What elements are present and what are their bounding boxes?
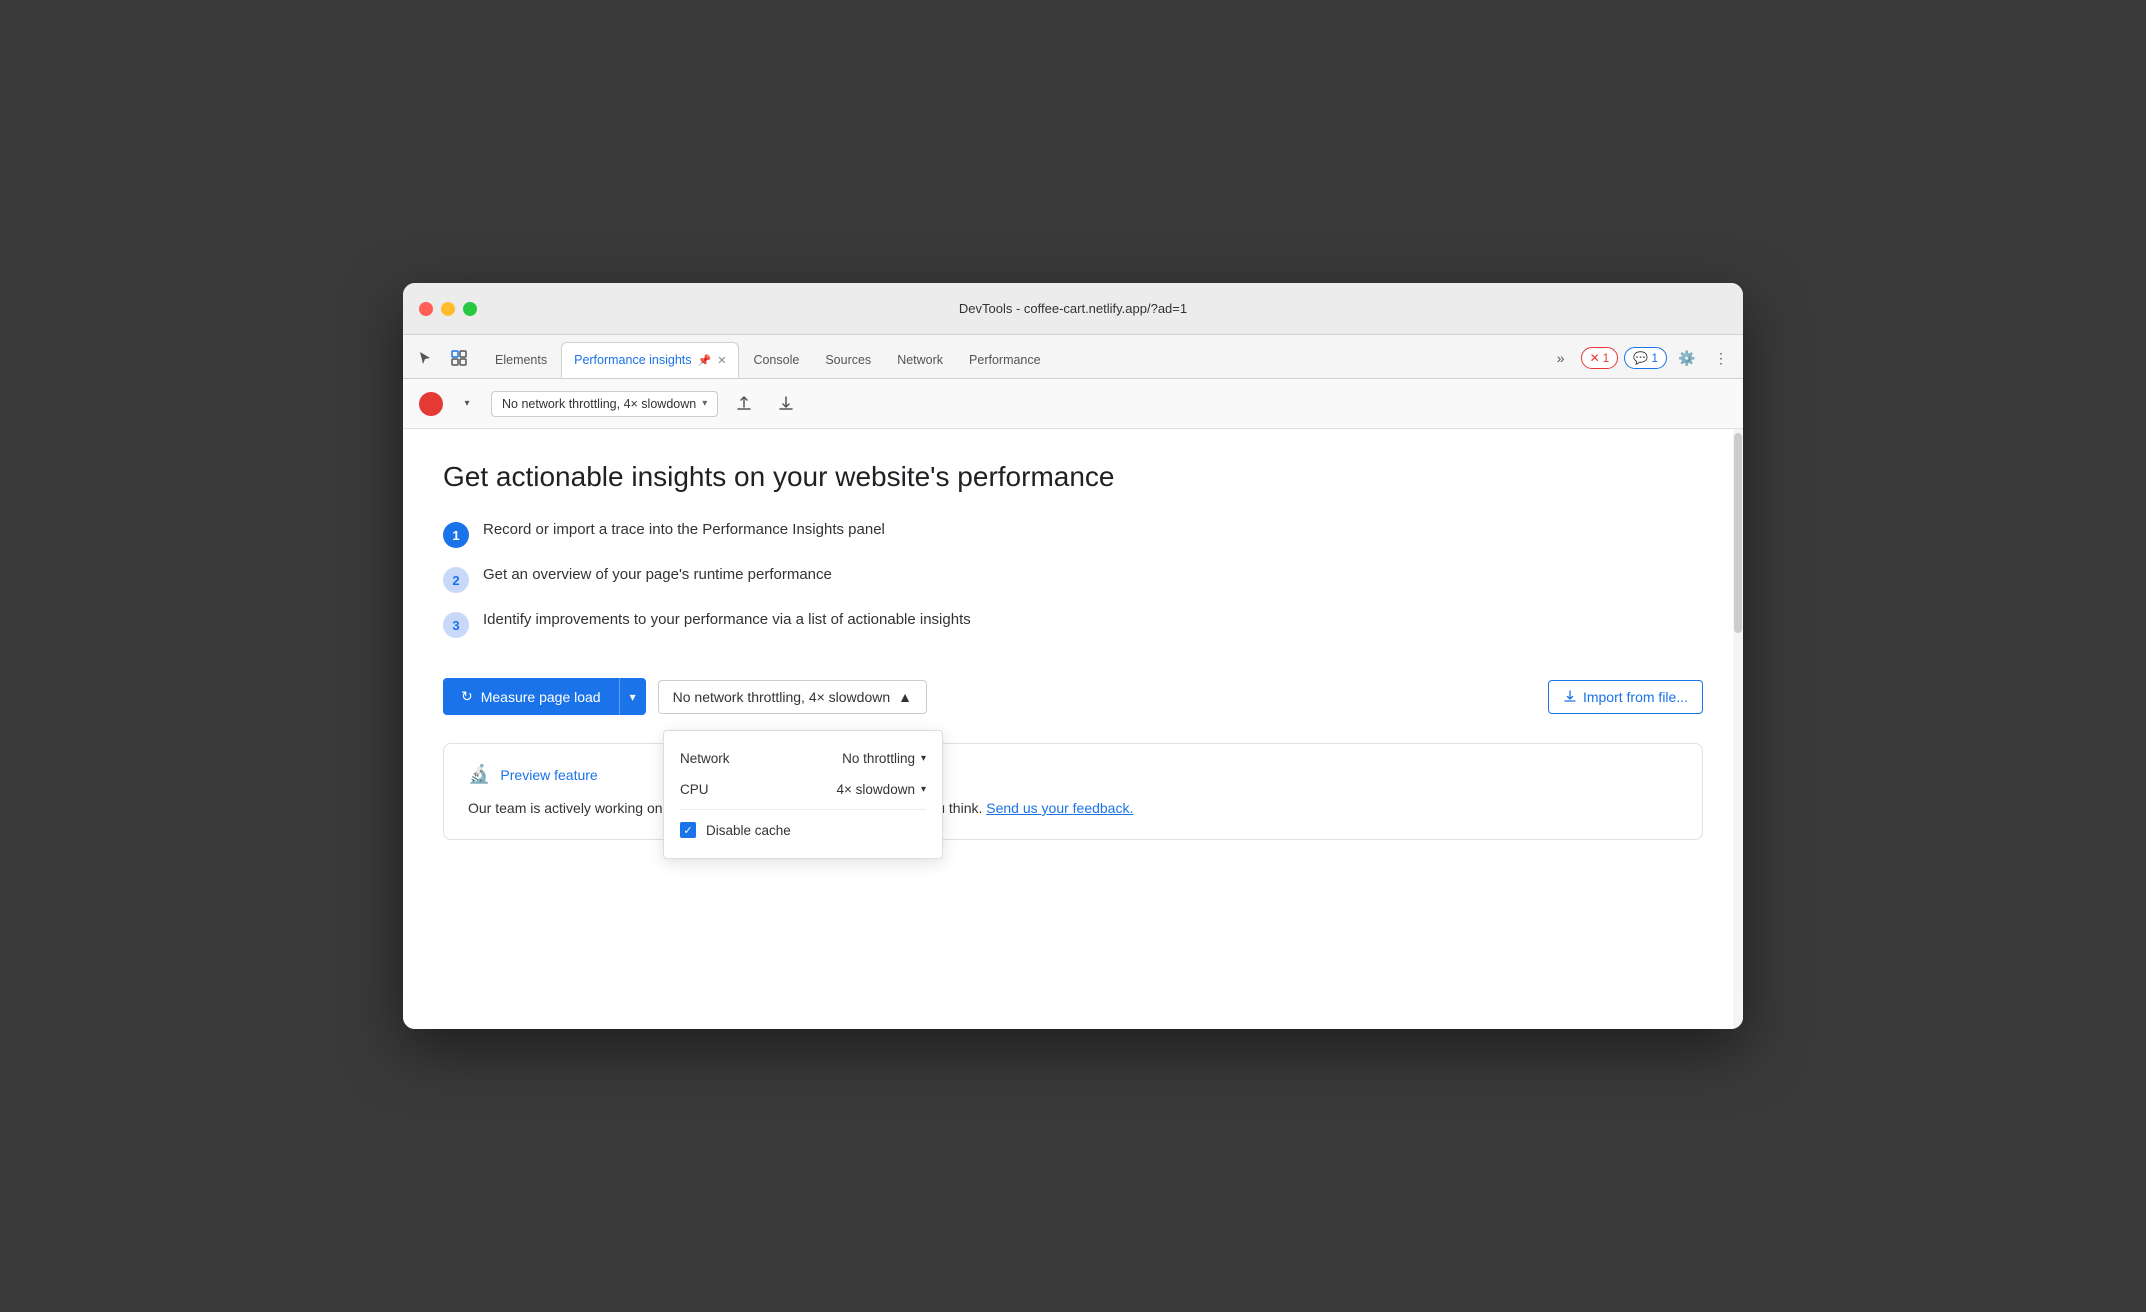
preview-feature-text: Our team is actively working on this fea… [468, 797, 1678, 819]
divider [680, 809, 926, 810]
feedback-link[interactable]: Send us your feedback. [986, 800, 1133, 816]
message-badge[interactable]: 💬 1 [1624, 347, 1667, 369]
throttle-dropdown-button[interactable]: No network throttling, 4× slowdown ▲ [658, 680, 927, 714]
network-label: Network [680, 751, 730, 766]
tab-network[interactable]: Network [885, 342, 955, 378]
close-button[interactable] [419, 302, 433, 316]
tab-bar-right: » ✕ 1 💬 1 ⚙️ ⋮ [1547, 344, 1735, 378]
pin-icon: 📌 [698, 354, 712, 367]
step-number-1: 1 [443, 522, 469, 548]
more-tabs-button[interactable]: » [1547, 344, 1575, 372]
tab-performance[interactable]: Performance [957, 342, 1053, 378]
cpu-dropdown-arrow-icon: ▾ [921, 784, 926, 795]
settings-icon[interactable]: ⚙️ [1673, 344, 1701, 372]
disable-cache-label: Disable cache [706, 823, 791, 838]
cpu-row: CPU 4× slowdown ▾ [680, 774, 926, 805]
main-content: Get actionable insights on your website'… [403, 429, 1743, 1029]
record-dropdown-icon[interactable]: ▾ [453, 390, 481, 418]
network-dropdown-arrow-icon: ▾ [921, 753, 926, 764]
throttle-selector[interactable]: No network throttling, 4× slowdown ▾ [491, 391, 718, 417]
step-item: 3 Identify improvements to your performa… [443, 611, 1703, 638]
tab-elements[interactable]: Elements [483, 342, 559, 378]
tab-performance-insights-label: Performance insights [574, 353, 691, 367]
window-title: DevTools - coffee-cart.netlify.app/?ad=1 [959, 301, 1187, 316]
measure-page-load-button[interactable]: ↻ Measure page load [443, 678, 619, 715]
scrollbar[interactable] [1733, 429, 1743, 1029]
tab-network-label: Network [897, 353, 943, 367]
minimize-button[interactable] [441, 302, 455, 316]
error-badge[interactable]: ✕ 1 [1581, 347, 1619, 369]
title-bar: DevTools - coffee-cart.netlify.app/?ad=1 [403, 283, 1743, 335]
tab-console[interactable]: Console [741, 342, 811, 378]
step-item: 1 Record or import a trace into the Perf… [443, 521, 1703, 548]
tab-console-label: Console [753, 353, 799, 367]
action-row: ↻ Measure page load ▾ No network throttl… [443, 678, 1703, 715]
step-text-1: Record or import a trace into the Perfor… [483, 521, 885, 538]
scrollbar-thumb[interactable] [1734, 433, 1742, 633]
tab-bar: Elements Performance insights 📌 ✕ Consol… [403, 335, 1743, 379]
step-number-3: 3 [443, 612, 469, 638]
measure-btn-group: ↻ Measure page load ▾ [443, 678, 646, 715]
tab-sources[interactable]: Sources [813, 342, 883, 378]
tab-sources-label: Sources [825, 353, 871, 367]
steps-list: 1 Record or import a trace into the Perf… [443, 521, 1703, 638]
cpu-label: CPU [680, 782, 709, 797]
step-text-3: Identify improvements to your performanc… [483, 611, 971, 628]
more-options-icon[interactable]: ⋮ [1707, 344, 1735, 372]
measure-dropdown-arrow-icon: ▾ [630, 690, 636, 704]
step-text-2: Get an overview of your page's runtime p… [483, 566, 832, 583]
cursor-icon[interactable] [411, 344, 439, 372]
tab-performance-insights[interactable]: Performance insights 📌 ✕ [561, 342, 739, 378]
traffic-lights [419, 302, 477, 316]
hero-title: Get actionable insights on your website'… [443, 461, 1703, 493]
step-item: 2 Get an overview of your page's runtime… [443, 566, 1703, 593]
flask-icon: 🔬 [468, 764, 490, 785]
throttle-popup: Network No throttling ▾ CPU 4× slowdown … [663, 730, 943, 859]
disable-cache-checkbox[interactable]: ✓ [680, 822, 696, 838]
inspect-icon[interactable] [445, 344, 473, 372]
tab-close-icon[interactable]: ✕ [717, 354, 726, 367]
network-row: Network No throttling ▾ [680, 743, 926, 774]
download-button[interactable] [770, 388, 802, 420]
upload-button[interactable] [728, 388, 760, 420]
step-number-2: 2 [443, 567, 469, 593]
tab-elements-label: Elements [495, 353, 547, 367]
import-from-file-button[interactable]: Import from file... [1548, 680, 1703, 714]
toolbar: ▾ No network throttling, 4× slowdown ▾ [403, 379, 1743, 429]
cpu-value-dropdown[interactable]: 4× slowdown ▾ [837, 782, 926, 797]
maximize-button[interactable] [463, 302, 477, 316]
devtools-icons [411, 344, 473, 378]
preview-feature-box: 🔬 Preview feature Our team is actively w… [443, 743, 1703, 840]
measure-dropdown-button[interactable]: ▾ [619, 678, 646, 715]
network-value-dropdown[interactable]: No throttling ▾ [842, 751, 926, 766]
disable-cache-row[interactable]: ✓ Disable cache [680, 814, 926, 846]
devtools-window: DevTools - coffee-cart.netlify.app/?ad=1… [403, 283, 1743, 1029]
throttle-up-arrow-icon: ▲ [898, 689, 912, 705]
tab-performance-label: Performance [969, 353, 1041, 367]
preview-feature-header: 🔬 Preview feature [468, 764, 1678, 785]
throttle-dropdown-arrow-icon: ▾ [702, 398, 707, 409]
refresh-icon: ↻ [461, 688, 473, 705]
preview-feature-label: Preview feature [500, 767, 597, 783]
record-button[interactable] [419, 392, 443, 416]
